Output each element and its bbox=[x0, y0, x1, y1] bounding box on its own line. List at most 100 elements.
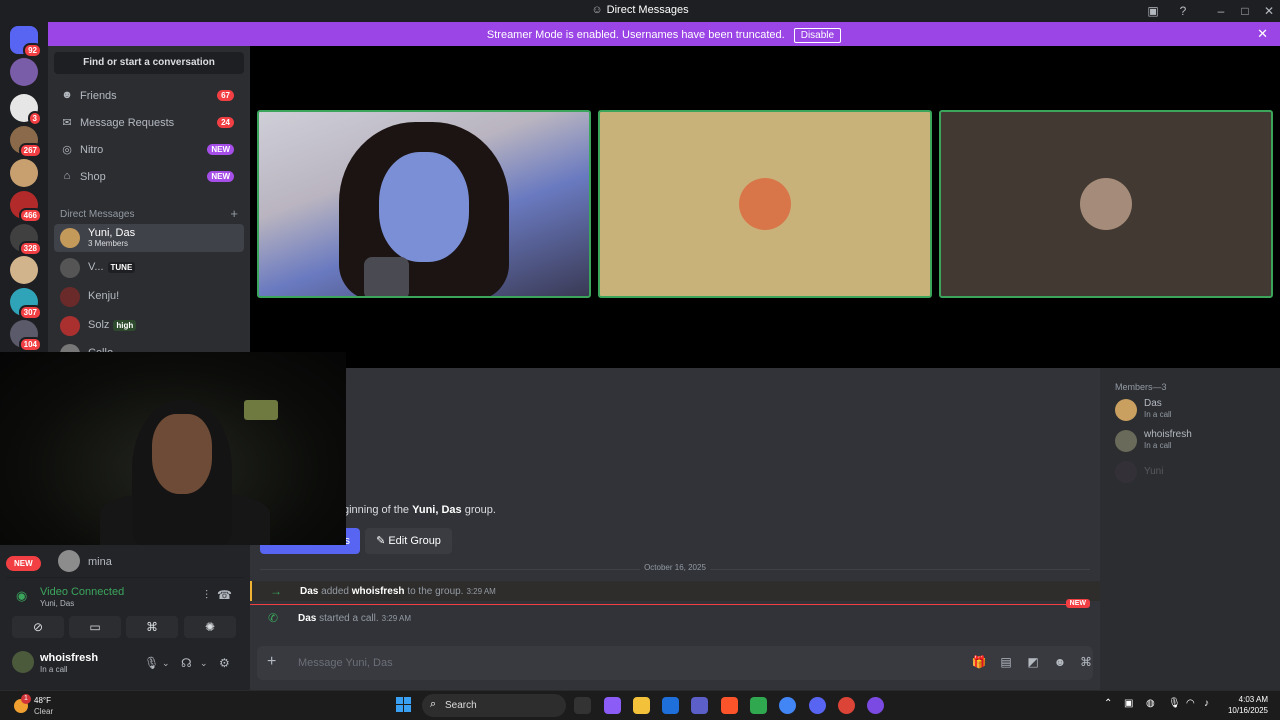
friends-icon: ☻ bbox=[61, 89, 73, 101]
participant-avatar bbox=[739, 178, 791, 230]
close-window-icon[interactable]: ✕ bbox=[1261, 3, 1277, 19]
signal-icon[interactable]: ◉ bbox=[16, 588, 27, 604]
dm-header: Direct Messages bbox=[60, 209, 135, 220]
sticker-icon[interactable]: ◩ bbox=[1025, 655, 1041, 671]
settings-gear-icon[interactable]: ⚙ bbox=[219, 656, 230, 670]
discord-logo-icon: ☺ bbox=[591, 4, 603, 16]
volume-icon[interactable]: ♪ bbox=[1204, 698, 1209, 709]
copilot-icon[interactable] bbox=[604, 697, 621, 714]
mail-icon: ✉ bbox=[62, 117, 72, 129]
video-tile-1[interactable] bbox=[257, 110, 591, 298]
shop-icon: ⌂ bbox=[63, 170, 71, 182]
app-icon[interactable] bbox=[750, 697, 767, 714]
microphone-icon[interactable]: 🎙 bbox=[144, 656, 159, 670]
disable-button[interactable]: Disable bbox=[793, 28, 842, 43]
dm-tag: TUNE bbox=[107, 262, 136, 273]
gif-icon[interactable]: ▤ bbox=[998, 655, 1014, 671]
nav-item-nitro[interactable]: ◎ Nitro NEW bbox=[54, 138, 244, 162]
avatar[interactable] bbox=[12, 651, 34, 673]
banner-text: Streamer Mode is enabled. Usernames have… bbox=[486, 29, 785, 41]
server-icon[interactable]: 92 bbox=[10, 26, 42, 58]
tray-app-icon[interactable]: ◍ bbox=[1146, 698, 1155, 709]
taskbar-search[interactable]: ⌕ Search bbox=[422, 694, 566, 717]
disconnect-icon[interactable]: ☎ bbox=[217, 588, 232, 602]
system-message: ✆ Das started a call. 3:29 AM bbox=[268, 611, 411, 625]
screen-share-button[interactable]: ▭ bbox=[69, 616, 121, 638]
microphone-icon[interactable]: 🎙 bbox=[1168, 698, 1181, 709]
avatar bbox=[60, 228, 80, 248]
video-call-area bbox=[250, 46, 1280, 368]
participant-avatar bbox=[1080, 178, 1132, 230]
server-icon[interactable]: 3 bbox=[10, 94, 42, 126]
new-badge[interactable]: NEW bbox=[6, 556, 41, 571]
server-icon[interactable]: 328 bbox=[10, 224, 42, 256]
emoji-icon[interactable]: ☻ bbox=[1052, 655, 1068, 671]
teams-icon[interactable] bbox=[691, 697, 708, 714]
noise-suppression-icon[interactable]: ⫶ bbox=[205, 588, 208, 603]
gift-icon[interactable]: 🎁 bbox=[971, 655, 987, 671]
chrome-icon[interactable] bbox=[779, 697, 796, 714]
dm-item[interactable]: Solz high bbox=[54, 312, 244, 340]
nav-item-message-requests[interactable]: ✉ Message Requests 24 bbox=[54, 111, 244, 135]
webcam-overlay bbox=[0, 352, 346, 545]
find-conversation-button[interactable]: Find or start a conversation bbox=[54, 52, 244, 74]
server-badge: 466 bbox=[18, 208, 42, 223]
chevron-up-icon[interactable]: ⌃ bbox=[1104, 698, 1112, 709]
dm-item[interactable]: Kenju! bbox=[54, 283, 244, 311]
soundboard-button[interactable]: ✺ bbox=[184, 616, 236, 638]
message-input[interactable]: + Message Yuni, Das 🎁 ▤ ◩ ☻ ⌘ bbox=[257, 646, 1093, 680]
streamer-face bbox=[152, 414, 212, 494]
create-dm-icon[interactable]: + bbox=[230, 206, 238, 221]
username[interactable]: whoisfresh bbox=[40, 652, 98, 664]
attach-plus-icon[interactable]: + bbox=[267, 653, 276, 671]
server-badge: 92 bbox=[23, 43, 42, 58]
dm-name-text: V... bbox=[88, 261, 104, 273]
video-tile-3[interactable] bbox=[939, 110, 1273, 298]
minimize-icon[interactable]: – bbox=[1213, 3, 1229, 19]
clock[interactable]: 4:03 AM 10/16/2025 bbox=[1228, 694, 1268, 716]
server-icon[interactable]: 267 bbox=[10, 126, 42, 158]
phone-icon: ✆ bbox=[268, 611, 279, 625]
file-explorer-icon[interactable] bbox=[633, 697, 650, 714]
dm-item[interactable]: Cello bbox=[54, 340, 244, 352]
voice-status[interactable]: Video Connected bbox=[40, 586, 124, 598]
dm-item[interactable]: Yuni, Das 3 Members bbox=[54, 224, 244, 252]
inbox-icon[interactable]: ▣ bbox=[1145, 3, 1161, 19]
store-icon[interactable] bbox=[662, 697, 679, 714]
nav-item-friends[interactable]: ☻ Friends 67 bbox=[54, 84, 244, 108]
chevron-down-icon[interactable]: ⌄ bbox=[162, 658, 170, 669]
member-item[interactable]: whoisfresh In a call bbox=[1115, 427, 1275, 455]
brave-icon[interactable] bbox=[721, 697, 738, 714]
avatar bbox=[60, 344, 80, 352]
chevron-down-icon[interactable]: ⌄ bbox=[200, 658, 208, 669]
edit-group-button[interactable]: ✎ Edit Group bbox=[365, 528, 452, 554]
tray-app-icon[interactable]: ▣ bbox=[1124, 698, 1133, 709]
windows-start-icon[interactable] bbox=[396, 697, 412, 713]
server-icon[interactable] bbox=[10, 159, 38, 187]
activity-button[interactable]: ⌘ bbox=[126, 616, 178, 638]
activities-icon[interactable]: ⌘ bbox=[1078, 655, 1094, 671]
nav-item-shop[interactable]: ⌂ Shop NEW bbox=[54, 165, 244, 189]
chrome-icon[interactable] bbox=[838, 697, 855, 714]
maximize-icon[interactable]: □ bbox=[1237, 3, 1253, 19]
help-icon[interactable]: ? bbox=[1175, 3, 1191, 19]
server-icon[interactable]: 307 bbox=[10, 288, 42, 320]
server-icon[interactable]: 466 bbox=[10, 191, 42, 223]
dm-item[interactable]: V... TUNE bbox=[54, 254, 244, 282]
pencil-icon: ✎ bbox=[376, 535, 386, 547]
camera-toggle-button[interactable]: ⊘ bbox=[12, 616, 64, 638]
member-item[interactable]: Das In a call bbox=[1115, 396, 1275, 424]
close-banner-icon[interactable]: ✕ bbox=[1257, 26, 1268, 42]
app-icon[interactable] bbox=[867, 697, 884, 714]
avatar bbox=[58, 550, 80, 572]
discord-taskbar-icon[interactable] bbox=[809, 697, 826, 714]
server-icon[interactable] bbox=[10, 58, 38, 86]
nav-label: Friends bbox=[80, 90, 117, 102]
headphones-icon[interactable]: ☊ bbox=[181, 656, 192, 670]
server-icon[interactable] bbox=[10, 256, 38, 284]
wifi-icon[interactable]: ◠ bbox=[1186, 698, 1195, 709]
server-icon[interactable]: 104 bbox=[10, 320, 42, 352]
video-tile-2[interactable] bbox=[598, 110, 932, 298]
member-item[interactable]: Yuni bbox=[1115, 458, 1275, 486]
task-view-icon[interactable] bbox=[574, 697, 591, 714]
